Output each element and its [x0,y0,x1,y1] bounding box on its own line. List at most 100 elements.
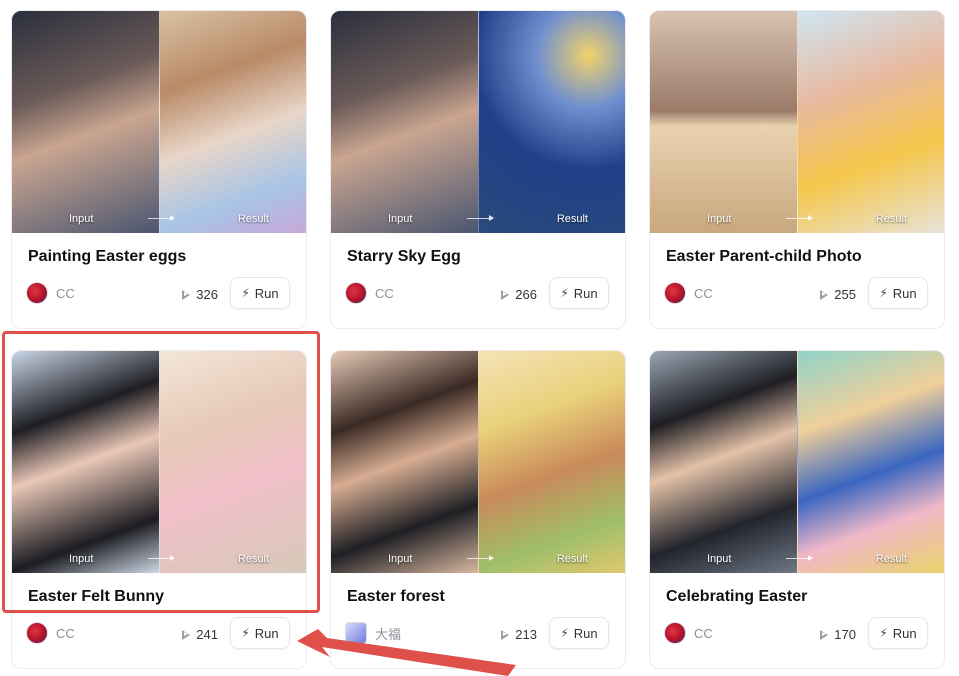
card-thumbnail[interactable]: Input Result [331,11,625,233]
result-tag: Result [875,213,907,225]
run-label: Run [892,625,917,641]
card-thumbnail[interactable]: Input Result [12,11,306,233]
input-image: Input [12,11,159,233]
input-tag: Input [388,553,413,565]
card-thumbnail[interactable]: Input Result [650,351,944,573]
avatar [26,622,48,644]
template-card[interactable]: Input Result Easter Parent-child Photo C… [649,10,945,329]
play-count-value: 170 [834,627,856,642]
play-count-value: 326 [196,287,218,302]
run-button[interactable]: ⚡ Run [230,277,290,309]
author[interactable]: 大福 [345,622,401,644]
card-title[interactable]: Easter forest [347,588,445,606]
card-thumbnail[interactable]: Input Result [12,351,306,573]
run-label: Run [254,285,279,301]
arrow-right-icon [148,215,175,221]
template-card[interactable]: Input Result Easter Felt Bunny CC 241 ⚡ … [11,350,307,669]
input-image: Input [331,351,478,573]
arrow-right-icon [467,555,494,561]
author-name: 大福 [375,626,402,642]
play-count: 170 [820,627,856,642]
template-card[interactable]: Input Result Celebrating Easter CC 170 ⚡… [649,350,945,669]
result-image: Result [159,351,306,573]
card-title[interactable]: Celebrating Easter [666,588,807,606]
run-button[interactable]: ⚡ Run [549,617,609,649]
avatar [26,282,48,304]
play-icon [820,629,829,640]
play-icon [820,289,829,300]
avatar [345,282,367,304]
result-tag: Result [875,553,907,565]
result-image: Result [478,11,625,233]
author-name: CC [694,625,713,641]
magic-wand-icon: ⚡ [879,626,888,640]
magic-wand-icon: ⚡ [560,626,569,640]
card-thumbnail[interactable]: Input Result [650,11,944,233]
card-thumbnail[interactable]: Input Result [331,351,625,573]
run-button[interactable]: ⚡ Run [868,277,928,309]
play-count-value: 213 [515,627,537,642]
magic-wand-icon: ⚡ [879,286,888,300]
result-tag: Result [556,553,588,565]
card-title[interactable]: Starry Sky Egg [347,248,461,266]
arrow-right-icon [148,555,175,561]
arrow-right-icon [786,555,813,561]
author[interactable]: CC [345,282,394,304]
template-card[interactable]: Input Result Painting Easter eggs CC 326… [11,10,307,329]
author-name: CC [56,285,75,301]
result-tag: Result [237,553,269,565]
play-icon [501,289,510,300]
arrow-right-icon [467,215,494,221]
input-tag: Input [707,213,732,225]
result-image: Result [478,351,625,573]
result-image: Result [797,11,944,233]
run-label: Run [573,625,598,641]
run-label: Run [254,625,279,641]
result-image: Result [797,351,944,573]
result-tag: Result [237,213,269,225]
run-button[interactable]: ⚡ Run [868,617,928,649]
card-title[interactable]: Easter Felt Bunny [28,588,164,606]
play-count: 266 [501,287,537,302]
template-card[interactable]: Input Result Easter forest 大福 213 ⚡ Run [330,350,626,669]
input-tag: Input [707,553,732,565]
author-name: CC [375,285,394,301]
input-tag: Input [69,553,94,565]
input-image: Input [331,11,478,233]
play-icon [182,629,191,640]
input-image: Input [650,11,797,233]
play-count-value: 266 [515,287,537,302]
input-image: Input [12,351,159,573]
play-icon [501,629,510,640]
play-icon [182,289,191,300]
input-tag: Input [69,213,94,225]
run-button[interactable]: ⚡ Run [230,617,290,649]
play-count: 326 [182,287,218,302]
magic-wand-icon: ⚡ [241,626,250,640]
run-button[interactable]: ⚡ Run [549,277,609,309]
input-image: Input [650,351,797,573]
card-title[interactable]: Painting Easter eggs [28,248,186,266]
author-name: CC [694,285,713,301]
card-title[interactable]: Easter Parent-child Photo [666,248,862,266]
author[interactable]: CC [26,282,75,304]
run-label: Run [892,285,917,301]
author[interactable]: CC [664,622,713,644]
play-count-value: 241 [196,627,218,642]
result-image: Result [159,11,306,233]
author[interactable]: CC [26,622,75,644]
play-count-value: 255 [834,287,856,302]
avatar [664,622,686,644]
avatar [664,282,686,304]
input-tag: Input [388,213,413,225]
magic-wand-icon: ⚡ [560,286,569,300]
play-count: 213 [501,627,537,642]
author[interactable]: CC [664,282,713,304]
avatar [345,622,367,644]
arrow-right-icon [786,215,813,221]
magic-wand-icon: ⚡ [241,286,250,300]
play-count: 241 [182,627,218,642]
author-name: CC [56,625,75,641]
play-count: 255 [820,287,856,302]
template-card[interactable]: Input Result Starry Sky Egg CC 266 ⚡ Run [330,10,626,329]
